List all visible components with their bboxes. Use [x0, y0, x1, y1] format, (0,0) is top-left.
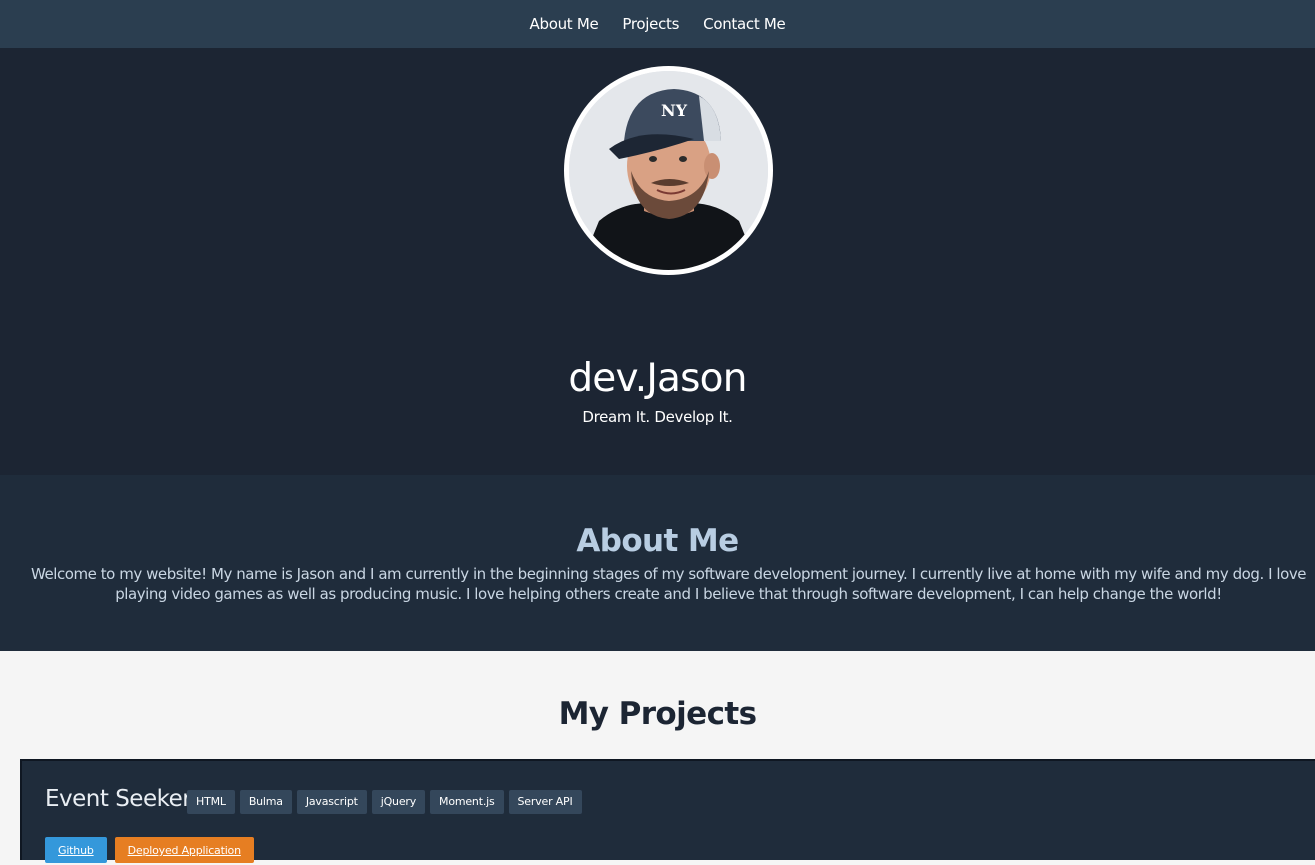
hero-section: NY dev.Jason Dream It. Develop It. — [0, 48, 1315, 475]
tag-server-api: Server API — [508, 790, 582, 814]
profile-avatar-frame: NY — [564, 66, 773, 275]
profile-photo: NY — [569, 71, 768, 270]
project-tags: HTML Bulma Javascript jQuery Moment.js S… — [187, 790, 582, 814]
about-heading: About Me — [576, 523, 739, 559]
project-title: Event Seeker — [45, 786, 192, 812]
svg-text:NY: NY — [661, 101, 688, 120]
site-title: dev.Jason — [568, 356, 747, 401]
project-actions: Github Deployed Application — [45, 837, 254, 863]
project-card: Event Seeker HTML Bulma Javascript jQuer… — [20, 759, 1315, 863]
tag-momentjs: Moment.js — [430, 790, 504, 814]
nav-about-me[interactable]: About Me — [518, 0, 611, 48]
nav-projects[interactable]: Projects — [610, 0, 691, 48]
tag-bulma: Bulma — [239, 790, 292, 814]
about-paragraph: Welcome to my website! My name is Jason … — [30, 565, 1307, 603]
top-navbar: About Me Projects Contact Me — [0, 0, 1315, 48]
tag-jquery: jQuery — [371, 790, 426, 814]
tag-javascript: Javascript — [296, 790, 367, 814]
about-section: About Me Welcome to my website! My name … — [0, 475, 1315, 651]
github-button[interactable]: Github — [45, 837, 107, 863]
profile-avatar: NY — [569, 71, 768, 270]
site-tagline: Dream It. Develop It. — [582, 408, 733, 426]
nav-contact-me[interactable]: Contact Me — [691, 0, 797, 48]
projects-heading: My Projects — [558, 696, 757, 732]
tag-html: HTML — [187, 790, 235, 814]
deployed-application-button[interactable]: Deployed Application — [114, 837, 254, 863]
